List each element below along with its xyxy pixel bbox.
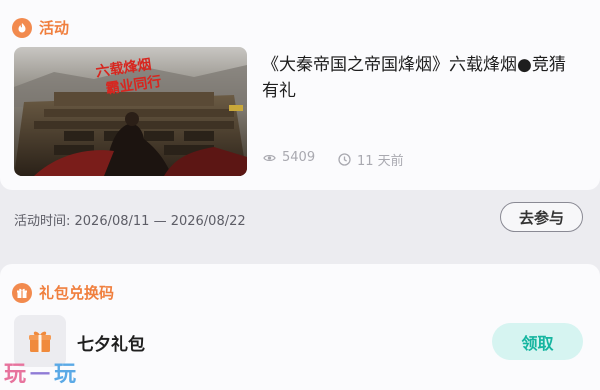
watermark-char-3: 玩: [54, 362, 79, 387]
activity-banner-image[interactable]: 六载烽烟 霸业同行: [14, 47, 247, 176]
gift-section-icon: [12, 282, 32, 303]
gift-box-icon: [29, 331, 51, 352]
gift-section-header: 礼包兑换码: [12, 282, 114, 303]
claim-button[interactable]: 领取: [492, 323, 583, 360]
page: 活动 六载烽烟 霸业同行 《大秦帝国之帝国烽烟》六载烽烟●竞猜有礼 5409 1…: [0, 0, 600, 390]
post-time: 11 天前: [338, 150, 404, 169]
event-time: 活动时间: 2026/08/11 — 2026/08/22: [14, 214, 246, 229]
activity-section-header: 活动: [12, 17, 69, 38]
activity-title-link[interactable]: 《大秦帝国之帝国烽烟》六载烽烟●竞猜有礼: [262, 52, 582, 104]
site-watermark: 玩 一 玩: [4, 356, 78, 388]
gift-section-title: 礼包兑换码: [39, 284, 115, 302]
time-ago-value: 11 天前: [357, 154, 404, 169]
watermark-char-2: 一: [30, 361, 53, 386]
gift-item-name: 七夕礼包: [77, 335, 145, 355]
join-button[interactable]: 去参与: [500, 202, 583, 232]
watermark-char-1: 玩: [4, 362, 29, 387]
views-count: 5409: [263, 150, 315, 165]
activity-section-title: 活动: [39, 19, 70, 37]
clock-icon: [338, 153, 351, 166]
activity-icon: [12, 17, 32, 38]
eye-icon: [263, 154, 276, 161]
views-value: 5409: [282, 150, 316, 165]
